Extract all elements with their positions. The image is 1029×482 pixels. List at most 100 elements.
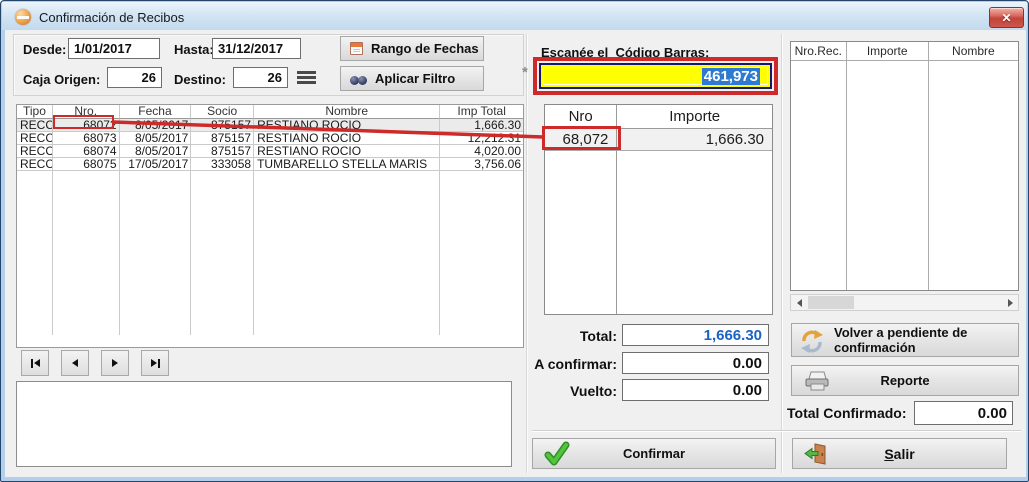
col-header-nro: Nro. <box>53 105 120 119</box>
cell-tipo: RECC <box>17 145 53 158</box>
menu-icon[interactable] <box>297 71 316 84</box>
barcode-input[interactable]: 461,973 <box>539 63 772 89</box>
a-confirmar-label: A confirmar: <box>521 356 617 372</box>
table-row[interactable]: RECC 68075 17/05/2017 333058 TUMBARELLO … <box>17 158 523 171</box>
col-header-fecha: Fecha <box>120 105 192 119</box>
nav-last-button[interactable] <box>141 350 169 376</box>
nav-first-button[interactable] <box>21 350 49 376</box>
scan-col-nro: Nro <box>545 105 617 129</box>
confirmed-col-importe: Importe <box>847 42 929 61</box>
caja-origen-input[interactable]: 26 <box>107 67 162 88</box>
nav-prev-button[interactable] <box>61 350 89 376</box>
cell-nro: 68073 <box>53 132 120 145</box>
vuelto-label: Vuelto: <box>521 383 617 399</box>
confirmed-empty-area <box>791 61 1018 290</box>
cell-nombre: RESTIANO ROCIO <box>254 145 440 158</box>
cell-tipo: RECC <box>17 119 53 132</box>
salir-label-rest: alir <box>894 446 915 462</box>
table-row[interactable]: RECC 68073 8/05/2017 875157 RESTIANO ROC… <box>17 132 523 145</box>
cell-socio: 875157 <box>191 132 254 145</box>
scan-data-row[interactable]: 68,072 1,666.30 <box>545 129 772 151</box>
hasta-label: Hasta: <box>174 42 214 57</box>
rango-de-fechas-button[interactable]: Rango de Fechas <box>340 36 484 61</box>
hasta-input[interactable]: 31/12/2017 <box>212 38 301 59</box>
confirmar-button[interactable]: Confirmar <box>532 438 776 469</box>
barcode-label: Escanée el Código Barras: <box>541 45 709 60</box>
volver-pendiente-button[interactable]: Volver a pendiente de confirmación <box>791 323 1019 357</box>
app-logo-icon <box>15 9 31 25</box>
cell-imp-total: 1,666.30 <box>440 119 523 132</box>
aplicar-filtro-label: Aplicar Filtro <box>375 71 455 86</box>
col-header-nombre: Nombre <box>254 105 440 119</box>
destino-label: Destino: <box>174 72 226 87</box>
salir-label-initial: S <box>884 446 893 462</box>
asterisk-marker: * <box>522 64 528 81</box>
exit-door-icon <box>804 442 828 466</box>
checkmark-icon <box>544 441 570 467</box>
confirmar-label: Confirmar <box>623 446 685 461</box>
cell-imp-total: 3,756.06 <box>440 158 523 171</box>
scrollbar-thumb[interactable] <box>808 296 854 309</box>
cell-fecha: 8/05/2017 <box>120 119 192 132</box>
first-record-icon <box>31 359 33 368</box>
scroll-right-icon[interactable] <box>1002 295 1018 310</box>
rango-de-fechas-label: Rango de Fechas <box>371 41 479 56</box>
desde-input[interactable]: 1/01/2017 <box>68 38 160 59</box>
reporte-button[interactable]: Reporte <box>791 365 1019 396</box>
total-confirmado-field: 0.00 <box>914 401 1013 425</box>
cell-socio: 333058 <box>191 158 254 171</box>
receipts-header-row: Tipo Nro. Fecha Socio Nombre Imp Total <box>17 105 523 119</box>
vertical-separator-left <box>526 34 528 473</box>
cell-nro: 68072 <box>53 119 120 132</box>
cell-nombre: RESTIANO ROCIO <box>254 132 440 145</box>
reporte-label: Reporte <box>880 373 929 388</box>
scroll-left-icon[interactable] <box>791 295 807 310</box>
table-empty-area <box>17 171 523 335</box>
printer-icon <box>803 370 831 392</box>
calendar-icon <box>350 42 363 55</box>
close-button[interactable]: ✕ <box>989 7 1024 28</box>
aplicar-filtro-button[interactable]: Aplicar Filtro <box>340 66 484 91</box>
cell-tipo: RECC <box>17 158 53 171</box>
caja-origen-label: Caja Origen: <box>23 72 100 87</box>
cell-nro: 68074 <box>53 145 120 158</box>
notes-box[interactable] <box>16 381 512 467</box>
receipts-table[interactable]: Tipo Nro. Fecha Socio Nombre Imp Total R… <box>16 104 524 348</box>
table-row[interactable]: RECC 68074 8/05/2017 875157 RESTIANO ROC… <box>17 145 523 158</box>
scan-empty-area <box>545 151 772 314</box>
scan-cell-nro: 68,072 <box>545 129 617 151</box>
cell-imp-total: 4,020.00 <box>440 145 523 158</box>
total-confirmado-label: Total Confirmado: <box>787 405 907 421</box>
scan-cell-importe: 1,666.30 <box>617 129 772 151</box>
barcode-selected-text: 461,973 <box>702 68 760 85</box>
vertical-separator-right <box>781 34 783 473</box>
cell-nombre: TUMBARELLO STELLA MARIS <box>254 158 440 171</box>
nav-next-button[interactable] <box>101 350 129 376</box>
window-title: Confirmación de Recibos <box>39 10 184 25</box>
confirmed-col-nro-rec: Nro.Rec. <box>791 42 847 61</box>
confirmed-header-row: Nro.Rec. Importe Nombre <box>791 42 1018 61</box>
col-header-tipo: Tipo <box>17 105 53 119</box>
salir-button[interactable]: Salir <box>792 438 1007 469</box>
cell-imp-total: 12,212.31 <box>440 132 523 145</box>
cell-socio: 875157 <box>191 119 254 132</box>
a-confirmar-field[interactable]: 0.00 <box>622 352 769 374</box>
scan-table[interactable]: Nro Importe 68,072 1,666.30 <box>544 104 773 315</box>
col-header-imp-total: Imp Total <box>440 105 523 119</box>
scan-col-importe: Importe <box>617 105 772 129</box>
prev-record-icon <box>72 359 78 367</box>
confirmacion-recibos-window: Confirmación de Recibos ✕ Desde: 1/01/20… <box>0 0 1029 482</box>
confirmed-table[interactable]: Nro.Rec. Importe Nombre <box>790 41 1019 291</box>
table-row[interactable]: RECC 68072 8/05/2017 875157 RESTIANO ROC… <box>17 119 523 132</box>
cell-tipo: RECC <box>17 132 53 145</box>
cell-fecha: 17/05/2017 <box>120 158 192 171</box>
volver-label-line2: confirmación <box>834 340 967 355</box>
scan-header-row: Nro Importe <box>545 105 772 129</box>
titlebar: Confirmación de Recibos <box>2 2 1027 30</box>
horizontal-separator <box>532 430 1021 432</box>
refresh-icon <box>799 329 825 354</box>
confirmed-table-hscrollbar[interactable] <box>790 294 1019 311</box>
col-header-socio: Socio <box>191 105 254 119</box>
total-field: 1,666.30 <box>622 324 769 346</box>
destino-input[interactable]: 26 <box>233 67 288 88</box>
